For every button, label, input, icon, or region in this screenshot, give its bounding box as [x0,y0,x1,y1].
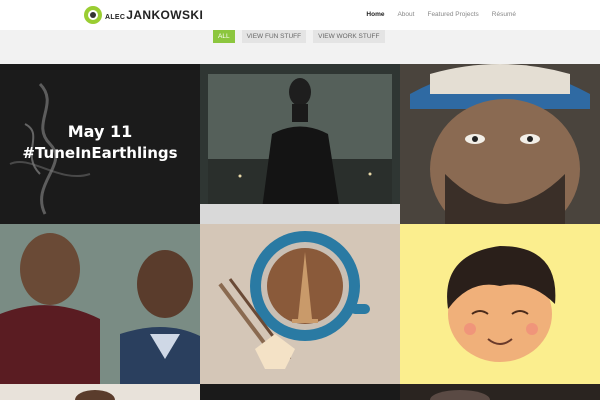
portfolio-tile-row3-right[interactable] [400,384,600,400]
logo-text: ALEC JANKOWSKI [105,8,203,22]
nav-about[interactable]: About [397,11,414,18]
portfolio-tile-window[interactable] [200,64,400,224]
logo-last-name: JANKOWSKI [126,8,204,22]
nav-home[interactable]: Home [366,11,384,18]
portfolio-tile-earthlings[interactable]: May 11 #TuneInEarthlings [0,64,200,224]
site-logo[interactable]: ALEC JANKOWSKI [84,5,203,25]
portfolio-tile-cartoon[interactable] [400,224,600,384]
row3-mid-image [200,384,400,400]
filter-fun-button[interactable]: VIEW FUN STUFF [241,30,307,43]
portfolio-tile-two-men[interactable] [0,224,200,384]
portfolio-tile-cap[interactable] [400,64,600,224]
tile-headline-hashtag: #TuneInEarthlings [22,144,178,162]
portfolio-grid: May 11 #TuneInEarthlings [0,64,600,400]
row3-right-image [430,390,490,400]
portfolio-filters: ALL VIEW FUN STUFF VIEW WORK STUFF [213,30,392,43]
portfolio-tile-row3-mid[interactable] [200,384,400,400]
two-men-image [0,224,200,384]
filter-work-button[interactable]: VIEW WORK STUFF [313,30,385,43]
nav-resume[interactable]: Résumé [492,11,516,18]
man-window-image [200,64,400,224]
logo-mark-icon [84,6,102,24]
cartoon-face-image [400,224,600,384]
site-header: ALEC JANKOWSKI Home About Featured Proje… [0,0,600,30]
filter-bar: ALL VIEW FUN STUFF VIEW WORK STUFF [0,30,600,64]
portfolio-tile-coffee[interactable] [200,224,400,384]
main-nav: Home About Featured Projects Résumé [353,11,516,18]
row3-left-image [75,390,115,400]
nav-featured-projects[interactable]: Featured Projects [427,11,478,18]
tile-headline-date: May 11 [67,122,133,141]
coffee-paris-image [200,224,400,384]
logo-first-name: ALEC [105,14,126,21]
filter-all-button[interactable]: ALL [213,30,235,43]
man-cap-image [400,64,600,224]
portfolio-tile-row3-left[interactable] [0,384,200,400]
